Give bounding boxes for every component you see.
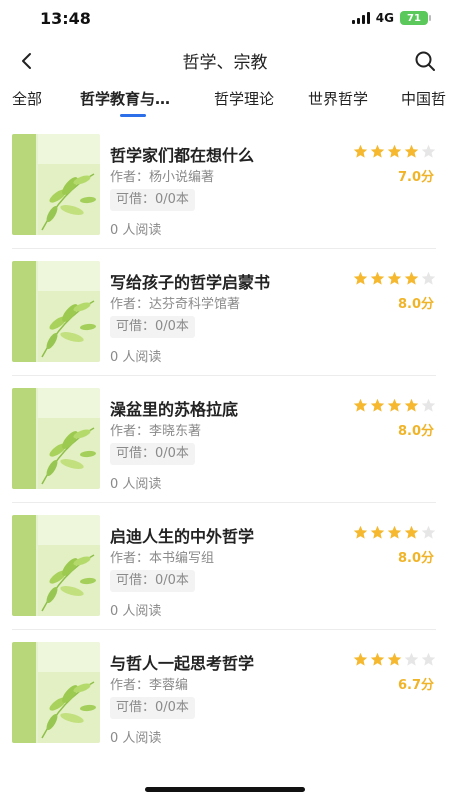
star-filled-icon: [370, 271, 385, 285]
reader-count: 0 人阅读: [110, 731, 162, 746]
tab-chinese-philosophy[interactable]: 中国哲: [401, 88, 446, 109]
search-icon: [415, 51, 435, 71]
search-button[interactable]: [412, 48, 438, 74]
book-cover: [12, 515, 100, 616]
star-empty-icon: [404, 652, 419, 666]
book-cover: [12, 261, 100, 362]
star-filled-icon: [370, 398, 385, 412]
star-filled-icon: [387, 271, 402, 285]
star-filled-icon: [404, 271, 419, 285]
book-score: 8.0分: [397, 551, 434, 566]
book-score: 8.0分: [397, 297, 434, 312]
reader-count: 0 人阅读: [110, 350, 162, 365]
battery-level: 71: [407, 12, 421, 24]
star-filled-icon: [370, 525, 385, 539]
star-filled-icon: [387, 144, 402, 158]
star-empty-icon: [421, 398, 436, 412]
leaf-cover-image: [12, 515, 100, 616]
book-cover: [12, 388, 100, 489]
star-rating: [353, 144, 436, 159]
star-filled-icon: [353, 271, 368, 285]
star-filled-icon: [353, 525, 368, 539]
leaf-cover-image: [12, 134, 100, 235]
book-item[interactable]: 与哲人一起思考哲学 作者：李蓉编 可借：0/0本 0 人阅读 6.7分: [0, 630, 450, 757]
tab-all[interactable]: 全部: [12, 88, 42, 109]
star-rating: [353, 398, 436, 413]
book-item[interactable]: 写给孩子的哲学启蒙书 作者：达芬奇科学馆著 可借：0/0本 0 人阅读 8.0分: [0, 249, 450, 376]
book-score: 8.0分: [397, 424, 434, 439]
book-author: 作者：本书编写组: [110, 551, 215, 566]
leaf-cover-image: [12, 261, 100, 362]
star-rating: [353, 652, 436, 667]
star-filled-icon: [404, 525, 419, 539]
active-tab-indicator: [120, 114, 146, 117]
availability-badge: 可借：0/0本: [110, 697, 195, 719]
book-author: 作者：达芬奇科学馆著: [110, 297, 241, 312]
book-author: 作者：李晓东著: [110, 424, 202, 439]
availability-badge: 可借：0/0本: [110, 316, 195, 338]
star-rating: [353, 525, 436, 540]
availability-badge: 可借：0/0本: [110, 443, 195, 465]
battery-icon: 71: [400, 11, 431, 25]
availability-badge: 可借：0/0本: [110, 570, 195, 592]
book-title: 哲学家们都在想什么: [110, 146, 255, 165]
star-filled-icon: [353, 398, 368, 412]
status-time: 13:48: [40, 9, 91, 28]
status-bar: 13:48 4G 71: [0, 0, 450, 40]
page-title: 哲学、宗教: [182, 53, 268, 73]
star-empty-icon: [421, 271, 436, 285]
book-cover: [12, 642, 100, 743]
signal-icon: [351, 12, 370, 24]
availability-badge: 可借：0/0本: [110, 189, 195, 211]
tab-world-philosophy[interactable]: 世界哲学: [308, 88, 368, 109]
leaf-cover-image: [12, 388, 100, 489]
star-filled-icon: [387, 398, 402, 412]
book-title: 写给孩子的哲学启蒙书: [110, 273, 271, 292]
star-filled-icon: [404, 398, 419, 412]
home-indicator: [145, 787, 305, 792]
network-type: 4G: [375, 11, 394, 25]
book-author: 作者：杨小说编著: [110, 170, 215, 185]
book-score: 7.0分: [397, 170, 434, 185]
book-item[interactable]: 哲学家们都在想什么 作者：杨小说编著 可借：0/0本 0 人阅读 7.0分: [0, 122, 450, 249]
nav-bar: 哲学、宗教: [0, 40, 450, 80]
star-filled-icon: [353, 144, 368, 158]
star-empty-icon: [421, 144, 436, 158]
book-score: 6.7分: [397, 678, 434, 693]
star-empty-icon: [421, 525, 436, 539]
star-filled-icon: [404, 144, 419, 158]
star-empty-icon: [421, 652, 436, 666]
status-indicators: 4G 71: [351, 11, 431, 25]
book-author: 作者：李蓉编: [110, 678, 189, 693]
star-filled-icon: [353, 652, 368, 666]
star-rating: [353, 271, 436, 286]
star-filled-icon: [370, 652, 385, 666]
reader-count: 0 人阅读: [110, 223, 162, 238]
reader-count: 0 人阅读: [110, 604, 162, 619]
reader-count: 0 人阅读: [110, 477, 162, 492]
book-title: 澡盆里的苏格拉底: [110, 400, 239, 419]
book-title: 与哲人一起思考哲学: [110, 654, 255, 673]
tab-philosophy-theory[interactable]: 哲学理论: [214, 88, 274, 109]
book-item[interactable]: 启迪人生的中外哲学 作者：本书编写组 可借：0/0本 0 人阅读 8.0分: [0, 503, 450, 630]
book-item[interactable]: 澡盆里的苏格拉底 作者：李晓东著 可借：0/0本 0 人阅读 8.0分: [0, 376, 450, 503]
category-tabs: 全部 哲学教育与… 哲学理论 世界哲学 中国哲: [0, 82, 450, 118]
leaf-cover-image: [12, 642, 100, 743]
star-filled-icon: [387, 652, 402, 666]
book-cover: [12, 134, 100, 235]
star-filled-icon: [387, 525, 402, 539]
tab-philosophy-education[interactable]: 哲学教育与…: [80, 88, 170, 109]
star-filled-icon: [370, 144, 385, 158]
book-title: 启迪人生的中外哲学: [110, 527, 255, 546]
